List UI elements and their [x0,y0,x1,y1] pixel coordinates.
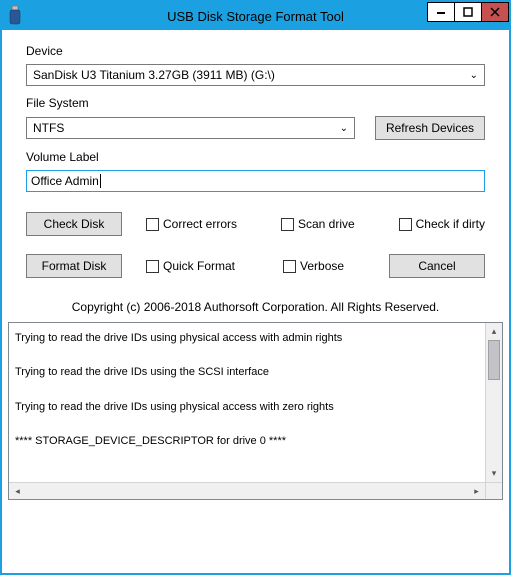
scroll-track[interactable] [26,483,468,499]
log-line: Trying to read the drive IDs using physi… [15,400,479,414]
scroll-right-icon[interactable]: ▸ [468,483,485,499]
checkbox-icon [399,218,412,231]
titlebar[interactable]: USB Disk Storage Format Tool [2,2,509,30]
volume-label-input[interactable]: Office Admin [26,170,485,192]
device-select[interactable]: SanDisk U3 Titanium 3.27GB (3911 MB) (G:… [26,64,485,86]
log-line: Trying to read the drive IDs using physi… [15,331,479,345]
cancel-button[interactable]: Cancel [389,254,485,278]
horizontal-scrollbar[interactable]: ◂ ▸ [9,482,502,499]
app-window: USB Disk Storage Format Tool Device SanD… [0,0,511,575]
client-area: Device SanDisk U3 Titanium 3.27GB (3911 … [2,30,509,573]
checkbox-icon [283,260,296,273]
copyright-text: Copyright (c) 2006-2018 Authorsoft Corpo… [26,300,485,314]
log-panel: Trying to read the drive IDs using physi… [8,322,503,500]
log-output[interactable]: Trying to read the drive IDs using physi… [9,323,485,482]
log-line: **** STORAGE_DEVICE_DESCRIPTOR for drive… [15,434,479,448]
file-system-label: File System [26,96,485,110]
scroll-corner [485,483,502,499]
minimize-button[interactable] [427,2,455,22]
device-label: Device [26,44,485,58]
scan-drive-checkbox[interactable]: Scan drive [281,217,355,231]
scroll-left-icon[interactable]: ◂ [9,483,26,499]
scroll-track[interactable] [486,380,502,465]
vertical-scrollbar[interactable]: ▴ ▾ [485,323,502,482]
chevron-down-icon: ⌄ [338,123,350,134]
text-caret [100,174,101,188]
quick-format-checkbox[interactable]: Quick Format [146,259,235,273]
chevron-down-icon: ⌄ [468,70,480,81]
check-disk-button[interactable]: Check Disk [26,212,122,236]
scroll-thumb[interactable] [488,340,500,380]
scroll-up-icon[interactable]: ▴ [486,323,502,340]
format-disk-button[interactable]: Format Disk [26,254,122,278]
file-system-selected-value: NTFS [33,121,338,135]
scroll-down-icon[interactable]: ▾ [486,465,502,482]
refresh-devices-button[interactable]: Refresh Devices [375,116,485,140]
device-selected-value: SanDisk U3 Titanium 3.27GB (3911 MB) (G:… [33,68,468,82]
volume-label-label: Volume Label [26,150,485,164]
correct-errors-checkbox[interactable]: Correct errors [146,217,237,231]
verbose-checkbox[interactable]: Verbose [283,259,344,273]
volume-label-value: Office Admin [31,174,99,188]
maximize-button[interactable] [454,2,482,22]
window-controls [428,2,509,22]
file-system-select[interactable]: NTFS ⌄ [26,117,355,139]
checkbox-icon [146,218,159,231]
close-button[interactable] [481,2,509,22]
check-if-dirty-checkbox[interactable]: Check if dirty [399,217,485,231]
log-line: Trying to read the drive IDs using the S… [15,365,479,379]
checkbox-icon [281,218,294,231]
checkbox-icon [146,260,159,273]
usb-drive-icon [8,7,22,25]
